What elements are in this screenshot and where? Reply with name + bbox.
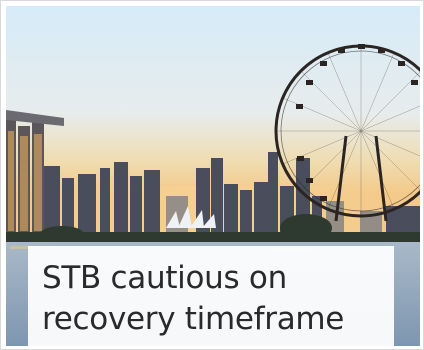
- article-card[interactable]: STB cautious on recovery timeframe: [0, 0, 424, 350]
- headline-line-1[interactable]: STB cautious on: [42, 258, 380, 299]
- headline-box[interactable]: STB cautious on recovery timeframe: [28, 246, 394, 346]
- headline-line-2[interactable]: recovery timeframe: [42, 299, 380, 340]
